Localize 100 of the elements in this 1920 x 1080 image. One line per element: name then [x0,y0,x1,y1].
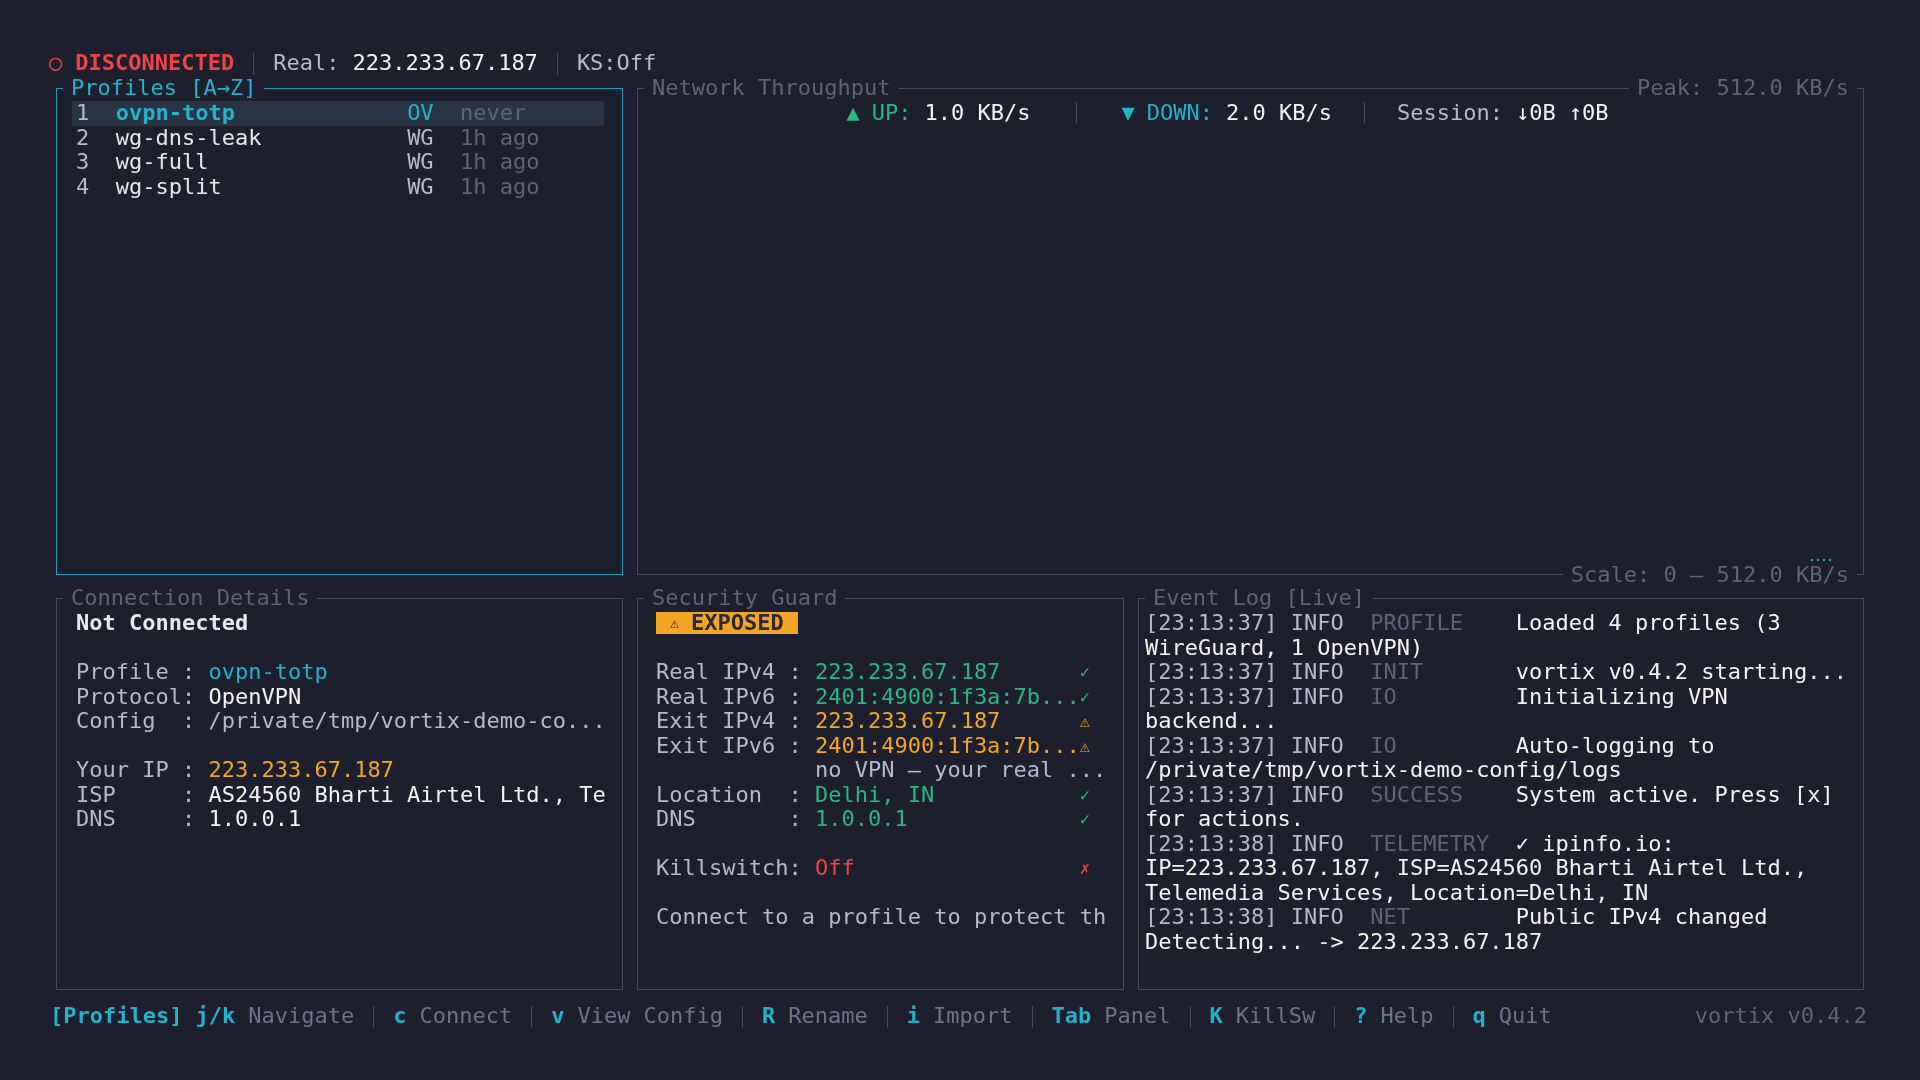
connection-state: DISCONNECTED [75,51,235,76]
field-label: Exit IPv4 : [656,709,803,734]
profile-index: 1 [76,101,91,126]
field-value: 2401:4900:1f3a:7b... [814,684,1080,709]
shortcut-action: Connect [419,1004,513,1029]
shortcut-key: Tab [1051,1004,1092,1029]
status-mark-icon: ⚠ [1079,733,1091,758]
field-value: 1.0.0.1 [208,807,302,832]
connection-status: Not Connected [76,611,250,636]
field-value: OpenVPN [208,684,302,709]
download-arrow-icon: ▼ [1121,101,1135,126]
profile-index: 3 [76,150,91,175]
profile-row[interactable]: 2 wg-dns-leak WG 1h ago [72,125,604,150]
field-label: Killswitch: [656,856,803,881]
log-entry: [23:13:37] INFO IO Initializing VPN backend... [1145,684,1729,734]
hint-text: Connect to a profile to protect th [656,905,1107,930]
shortcut-key: c [393,1004,407,1029]
session-download: ↓0B [1515,101,1556,126]
graph-trace-drawing [1809,558,1833,562]
profile-name: wg-split [115,174,223,199]
field-label: ISP : [76,782,197,807]
shortcut-key: v [551,1004,565,1029]
field-value: AS24560 Bharti Airtel Ltd., Te [208,782,606,807]
panel-title: Security Guard [644,586,846,611]
killswitch-status: KS:Off [576,51,657,76]
shortcut-key: q [1472,1004,1486,1029]
field-value: 223.233.67.187 [814,709,1002,734]
profile-name: wg-full [115,150,210,175]
upload-arrow-icon: ▲ [846,101,860,126]
field-value: 223.233.67.187 [814,660,1002,685]
log-entry: [23:13:38] INFO NET Public IPv4 changed Detecting... -> 223.233.67.187 [1145,905,1769,954]
field-value: Delhi, IN [814,782,936,807]
profile-type: OV [407,101,435,126]
profile-row[interactable]: 3 wg-full WG 1h ago [72,150,604,175]
shortcut-action: Help [1380,1004,1434,1029]
log-entry: [23:13:37] INFO SUCCESS System active. Press [x] for actions. [1145,782,1835,832]
shortcut-action: View Config [577,1004,724,1029]
field-label: Config : [76,709,197,734]
status-mark-icon: ✗ [1079,856,1091,881]
field-value: 1.0.0.1 [814,807,909,832]
panel-title: Network Throughput [644,76,899,101]
field-value: /private/tmp/vortix-demo-co... [208,709,606,734]
status-mark-icon: ✓ [1079,660,1091,685]
profile-last-used: 1h ago [460,125,540,150]
log-entry: [23:13:37] INFO IO Auto-logging to /private/tmp/vortix-demo-config/logs [1145,733,1716,783]
field-value: ovpn-totp [208,660,328,685]
profile-name: wg-dns-leak [115,125,263,150]
field-value: Off [814,856,856,881]
shortcut-key: K [1209,1004,1223,1029]
shortcut-action: Quit [1498,1004,1552,1029]
log-entry: [23:13:38] INFO TELEMETRY ✓ ipinfo.io: IP=223.233.67.187, ISP=AS24560 Bharti Airtel Ltd., Telemedia Services, Location=Delhi, IN [1145,831,1809,905]
log-entry: [23:13:37] INFO INIT vortix v0.4.2 starting... [1145,660,1848,685]
shortcut-action: Panel [1104,1004,1171,1029]
profile-name: ovpn-totp [115,101,236,126]
shortcut-key: j/k [195,1004,236,1029]
status-mark-icon: ✓ [1079,782,1091,807]
session-label: Session: [1396,101,1503,126]
shortcut-action: KillSw [1235,1004,1316,1029]
panel-title: Event Log [Live] [1145,586,1373,611]
shortcut-key: R [762,1004,776,1029]
real-ip-label: Real: [273,51,340,76]
real-ip-value: 223.233.67.187 [352,51,538,76]
field-label: Profile : [76,660,197,685]
panel-title: Profiles [A→Z] [63,76,265,101]
mode-label: [Profiles] [50,1004,183,1029]
profile-type: WG [407,125,435,150]
field-label: Location : [656,782,803,807]
warning-icon: ⚠ [670,611,680,636]
field-label: Your IP : [76,758,197,783]
status-mark-icon: ✓ [1079,807,1091,832]
field-label: Real IPv4 : [656,660,803,685]
field-label: Protocol: [76,684,197,709]
field-label: Exit IPv6 : [656,733,803,758]
profile-last-used: 1h ago [460,150,540,175]
upload-label: UP: [871,101,912,126]
upload-rate: 1.0 KB/s [924,101,1031,126]
field-label: DNS : [656,807,803,832]
shortcut-action: Navigate [248,1004,355,1029]
status-mark-icon: ✓ [1079,684,1091,709]
shortcut-action: Rename [788,1004,868,1029]
profile-index: 2 [76,125,91,150]
status-indicator-icon: ○ [49,51,63,76]
shortcut-action: Import [933,1004,1013,1029]
download-rate: 2.0 KB/s [1226,101,1332,126]
badge-label: EXPOSED [691,611,784,636]
log-entry: [23:13:37] INFO PROFILE Loaded 4 profiles (3 WireGuard, 1 OpenVPN) [1145,611,1782,660]
download-label: DOWN: [1146,101,1213,126]
profile-type: WG [407,174,435,199]
profile-row[interactable]: 4 wg-split WG 1h ago [72,174,604,199]
shortcut-key: ? [1354,1004,1368,1029]
field-value: 223.233.67.187 [208,758,394,783]
field-label: DNS : [76,807,197,832]
field-value: 2401:4900:1f3a:7b... [814,733,1080,758]
status-mark-icon: ⚠ [1079,709,1091,734]
warning-note: no VPN — your real ... [814,758,1107,783]
field-label: Real IPv6 : [656,684,803,709]
profile-index: 4 [76,174,91,199]
session-upload: ↑0B [1568,101,1609,126]
profile-type: WG [407,150,435,175]
shortcut-key: i [906,1004,921,1029]
